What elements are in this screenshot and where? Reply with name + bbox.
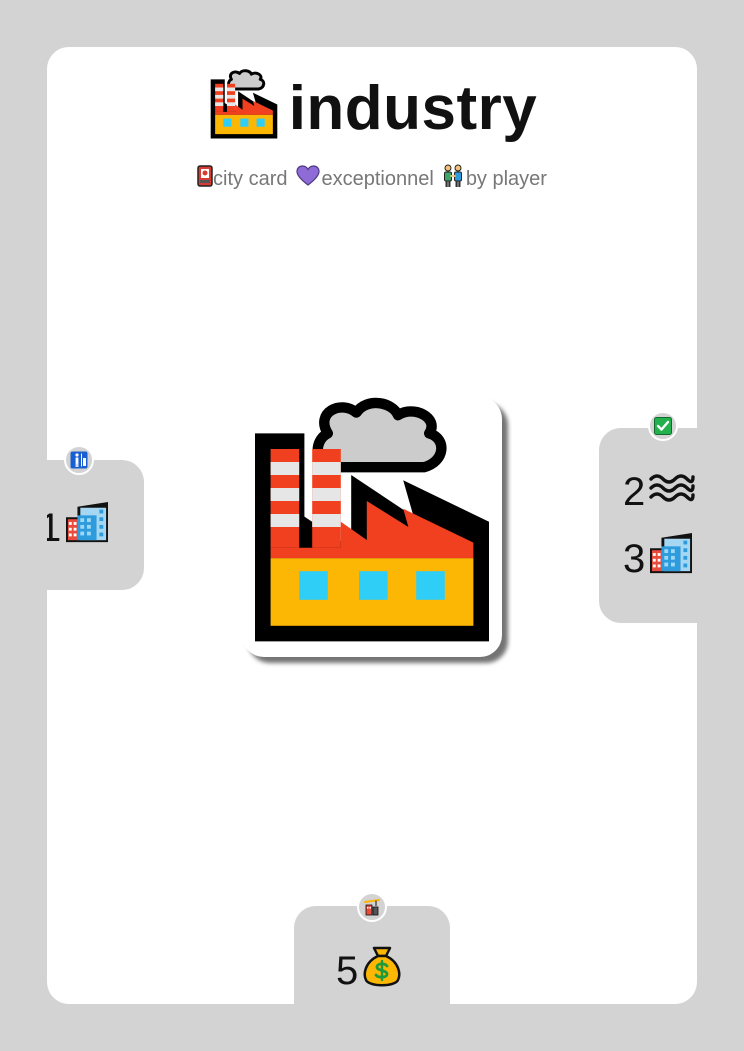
- cost-row: 1: [47, 502, 110, 554]
- city-icon: [648, 533, 694, 585]
- requirement-row: 3: [623, 533, 694, 585]
- people-holding-hands-icon: [442, 164, 464, 194]
- requirements-panel: 2 3: [599, 428, 697, 623]
- card-title: industry: [288, 74, 538, 143]
- card-tags: city card exceptionnel by player: [47, 164, 697, 194]
- cost-panel: 1: [47, 460, 144, 590]
- building-construction-icon: [357, 892, 387, 922]
- tag-player: by player: [442, 164, 547, 194]
- money-bag-icon: [361, 942, 403, 1000]
- city-card-icon: [197, 165, 213, 193]
- city-card: industry city card exceptionnel by playe…: [47, 47, 697, 1004]
- tag-label: city card: [213, 167, 288, 190]
- factory-icon: [207, 69, 281, 148]
- city-icon: [64, 502, 110, 554]
- card-header: industry: [47, 69, 697, 148]
- restroom-person-icon: [64, 445, 94, 475]
- tag-city-card: city card: [197, 165, 288, 193]
- check-mark-button-icon: [648, 411, 678, 441]
- reward-row: 5: [336, 942, 403, 1000]
- purple-heart-icon: [295, 165, 320, 193]
- tag-label: exceptionnel: [321, 167, 434, 190]
- tag-rarity: exceptionnel: [295, 165, 434, 193]
- card-artwork: [242, 397, 502, 657]
- requirement-value: 2: [623, 470, 646, 514]
- water-wave-icon: [648, 470, 696, 515]
- requirement-row: 2: [623, 470, 696, 515]
- requirement-value: 3: [623, 536, 646, 581]
- cost-value: 1: [47, 505, 62, 550]
- tag-label: by player: [465, 167, 547, 190]
- reward-value: 5: [336, 948, 359, 993]
